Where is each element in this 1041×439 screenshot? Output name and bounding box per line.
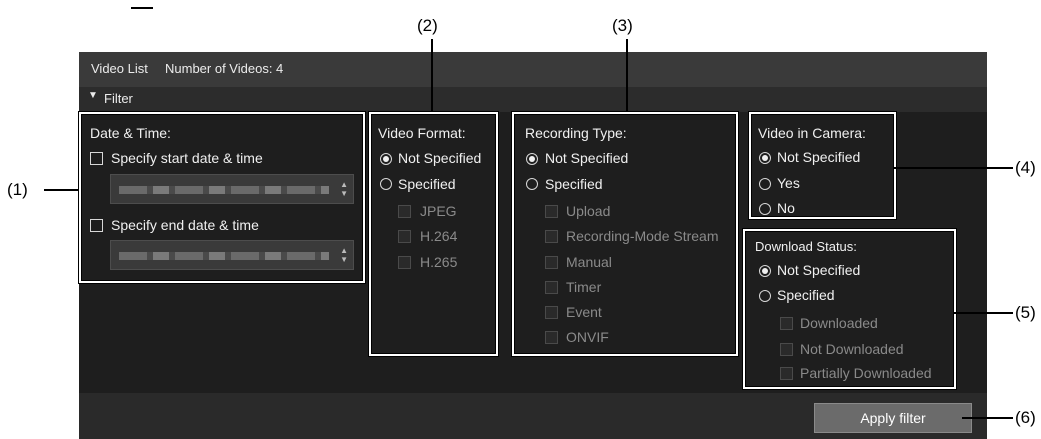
end-date-checkbox[interactable] (90, 219, 103, 232)
callout-4: (4) (1015, 158, 1036, 177)
callout-1-leader (44, 189, 79, 191)
h264-checkbox[interactable] (398, 230, 411, 243)
end-date-label[interactable]: Specify end date & time (111, 217, 259, 233)
event-checkbox[interactable] (545, 306, 558, 319)
callout-2-leader (431, 39, 433, 112)
manual-label: Manual (566, 254, 612, 270)
video-format-specified-radio[interactable] (380, 178, 392, 190)
recording-type-not-specified-radio[interactable] (526, 153, 538, 165)
filter-label: Filter (104, 91, 133, 106)
video-count: Number of Videos: 4 (165, 61, 284, 76)
video-format-not-specified-radio[interactable] (380, 153, 392, 165)
onvif-checkbox[interactable] (545, 331, 558, 344)
callout-2: (2) (417, 16, 438, 35)
spinner-icon[interactable]: ▲ ▼ (340, 246, 348, 264)
not-downloaded-label: Not Downloaded (800, 341, 904, 357)
jpeg-label: JPEG (420, 203, 457, 219)
apply-filter-button[interactable]: Apply filter (814, 403, 972, 433)
filter-toggle[interactable]: ▼ Filter (79, 87, 987, 112)
datetime-title: Date & Time: (90, 125, 171, 141)
camera-yes-radio[interactable] (759, 178, 771, 190)
h264-label: H.264 (420, 228, 458, 244)
recording-type-specified-radio[interactable] (526, 178, 538, 190)
download-specified-radio[interactable] (759, 290, 771, 302)
callout-6: (6) (1015, 408, 1036, 427)
start-datetime-picker[interactable]: ▲ ▼ (110, 174, 354, 204)
download-specified-label[interactable]: Specified (777, 287, 835, 303)
download-not-specified-label[interactable]: Not Specified (777, 262, 860, 278)
end-datetime-picker[interactable]: ▲ ▼ (110, 240, 354, 270)
timer-label: Timer (566, 279, 602, 295)
not-downloaded-checkbox[interactable] (780, 343, 793, 356)
video-format-title: Video Format: (378, 125, 466, 141)
downloaded-checkbox[interactable] (780, 317, 793, 330)
spinner-icon[interactable]: ▲ ▼ (340, 180, 348, 198)
partially-downloaded-checkbox[interactable] (780, 367, 793, 380)
event-label: Event (566, 304, 602, 320)
title-bar: Video List Number of Videos: 4 (79, 52, 987, 87)
camera-not-specified-label[interactable]: Not Specified (777, 149, 860, 165)
recording-type-specified-label[interactable]: Specified (545, 176, 603, 192)
title-text: Video List (91, 61, 148, 76)
callout-6-leader (962, 417, 1013, 419)
end-datetime-value (119, 252, 329, 260)
partially-downloaded-label: Partially Downloaded (800, 365, 932, 381)
download-status-title: Download Status: (755, 239, 857, 254)
start-date-checkbox[interactable] (90, 152, 103, 165)
callout-5-leader (954, 312, 1013, 314)
callout-4-leader (894, 167, 1013, 169)
manual-checkbox[interactable] (545, 256, 558, 269)
camera-yes-label[interactable]: Yes (777, 175, 800, 191)
recording-type-title: Recording Type: (525, 125, 627, 141)
upload-checkbox[interactable] (545, 205, 558, 218)
h265-checkbox[interactable] (398, 256, 411, 269)
onvif-label: ONVIF (566, 329, 609, 345)
video-format-specified-label[interactable]: Specified (398, 176, 456, 192)
downloaded-label: Downloaded (800, 315, 878, 331)
top-mark (131, 7, 153, 9)
callout-3-leader (626, 39, 628, 112)
callout-3: (3) (612, 16, 633, 35)
upload-label: Upload (566, 203, 611, 219)
camera-no-radio[interactable] (759, 203, 771, 215)
h265-label: H.265 (420, 254, 458, 270)
callout-5: (5) (1015, 303, 1036, 322)
recording-mode-stream-label: Recording-Mode Stream (566, 228, 719, 244)
recording-type-not-specified-label[interactable]: Not Specified (545, 150, 628, 166)
triangle-down-icon: ▼ (88, 90, 98, 101)
camera-no-label[interactable]: No (777, 200, 795, 216)
video-format-not-specified-label[interactable]: Not Specified (398, 150, 481, 166)
recording-mode-stream-checkbox[interactable] (545, 230, 558, 243)
camera-not-specified-radio[interactable] (759, 152, 771, 164)
start-datetime-value (119, 186, 329, 194)
video-in-camera-title: Video in Camera: (758, 125, 866, 141)
start-date-label[interactable]: Specify start date & time (111, 150, 263, 166)
jpeg-checkbox[interactable] (398, 205, 411, 218)
download-not-specified-radio[interactable] (759, 265, 771, 277)
callout-1: (1) (7, 180, 28, 199)
timer-checkbox[interactable] (545, 281, 558, 294)
